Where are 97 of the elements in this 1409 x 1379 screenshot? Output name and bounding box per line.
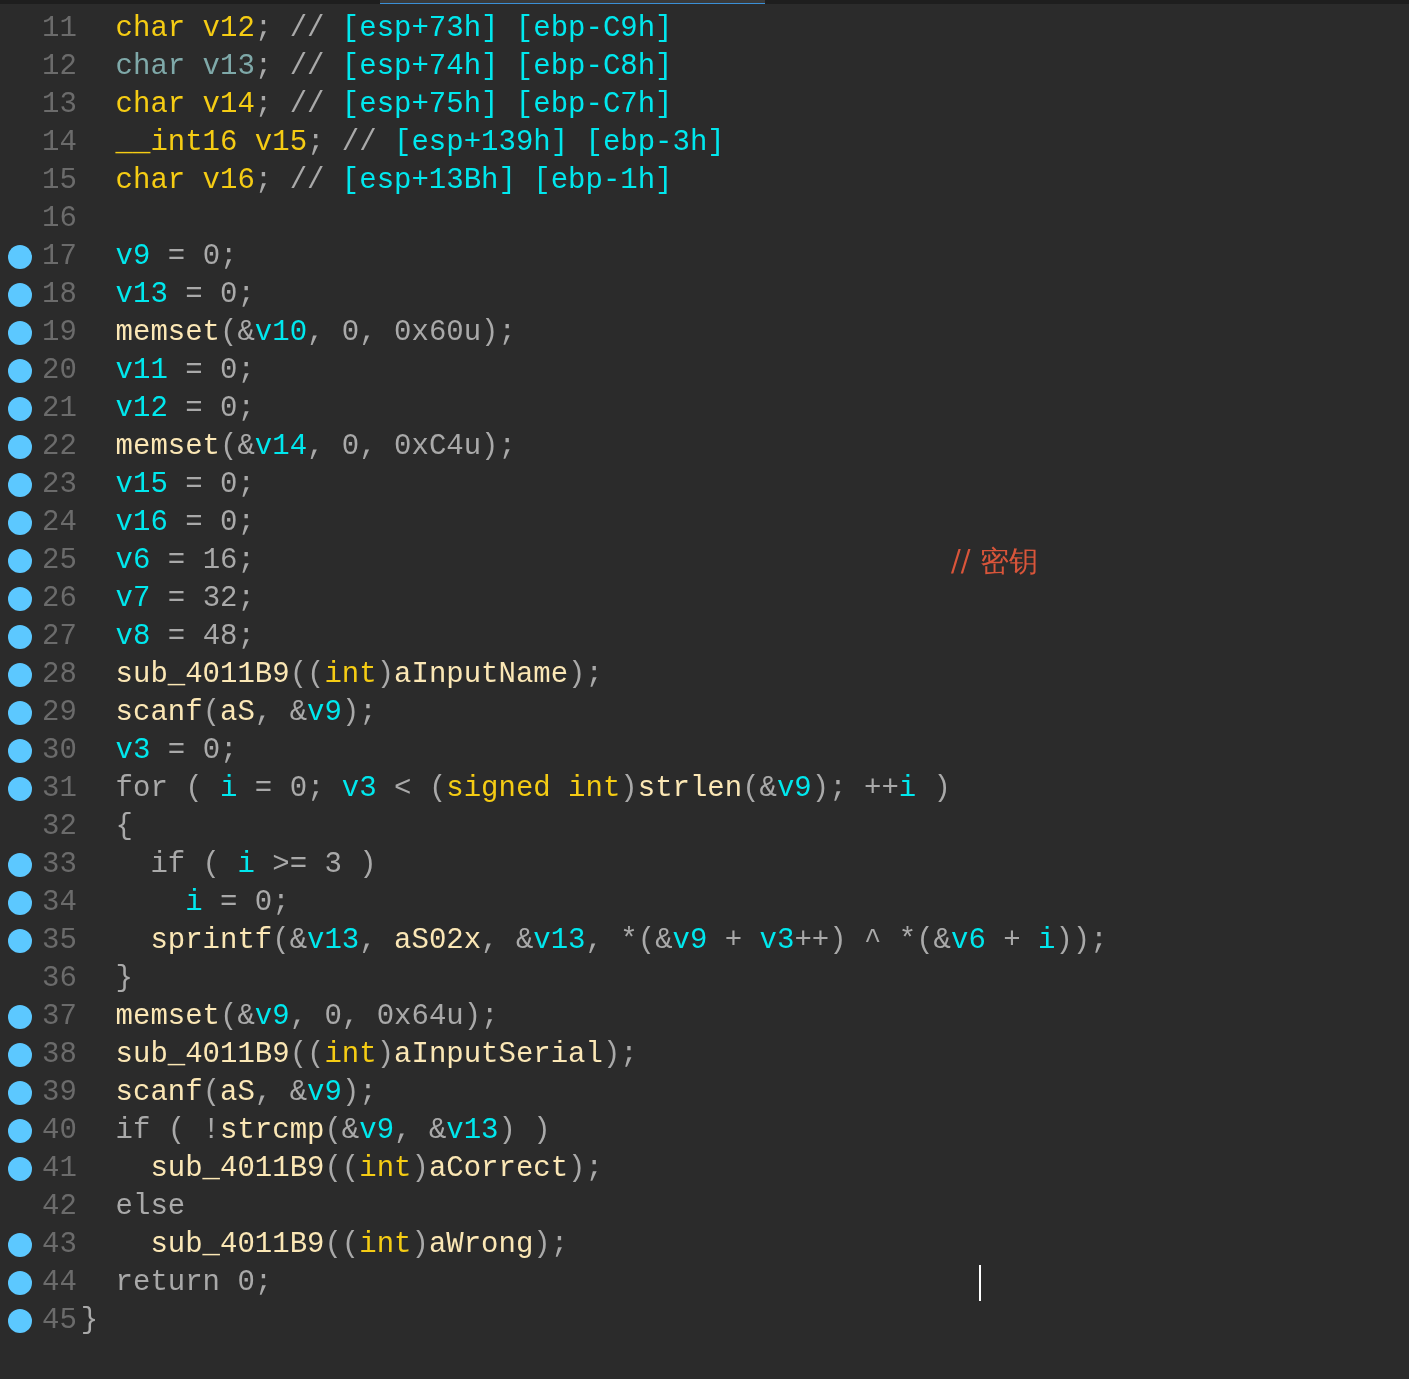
breakpoint-icon[interactable]: [8, 283, 32, 307]
line-number: 28: [42, 657, 77, 693]
line-number: 38: [42, 1037, 77, 1073]
line-number: 44: [42, 1265, 77, 1301]
code-line: return 0;: [114, 1265, 274, 1301]
line-number: 36: [42, 961, 77, 997]
line-number: 33: [42, 847, 77, 883]
breakpoint-icon[interactable]: [8, 245, 32, 269]
breakpoint-icon[interactable]: [8, 663, 32, 687]
breakpoint-icon[interactable]: [8, 473, 32, 497]
code-line: }: [114, 961, 133, 997]
code-line: sub_4011B9((int)aInputName);: [114, 657, 603, 693]
breakpoint-icon[interactable]: [8, 511, 32, 535]
breakpoint-icon[interactable]: [8, 1005, 32, 1029]
breakpoint-icon[interactable]: [8, 853, 32, 877]
breakpoint-icon[interactable]: [8, 1271, 32, 1295]
line-number: 25: [42, 543, 77, 579]
code-line: scanf(aS, &v9);: [114, 1075, 377, 1111]
line-number: 39: [42, 1075, 77, 1111]
code-line: v7 = 32;: [114, 581, 255, 617]
code-line: if ( i >= 3 ): [149, 847, 377, 883]
line-number: 13: [42, 87, 77, 123]
line-number: 14: [42, 125, 77, 161]
line-number: 11: [42, 11, 77, 47]
line-number: 17: [42, 239, 77, 275]
breakpoint-icon[interactable]: [8, 321, 32, 345]
breakpoint-icon[interactable]: [8, 359, 32, 383]
line-number: 34: [42, 885, 77, 921]
line-number: 20: [42, 353, 77, 389]
line-number: 15: [42, 163, 77, 199]
code-line: v3 = 0;: [114, 733, 238, 769]
breakpoint-icon[interactable]: [8, 1043, 32, 1067]
code-line: v6 = 16;: [114, 543, 256, 579]
line-number: 16: [42, 201, 77, 237]
line-number: 32: [42, 809, 77, 845]
line-number: 23: [42, 467, 77, 503]
breakpoint-icon[interactable]: [8, 435, 32, 459]
code-line: {: [114, 809, 133, 845]
line-number: 31: [42, 771, 77, 807]
code-line: i = 0;: [184, 885, 290, 921]
breakpoint-icon[interactable]: [8, 587, 32, 611]
code-line: memset(&v14, 0, 0xC4u);: [114, 429, 516, 465]
line-number: 41: [42, 1151, 77, 1187]
line-number: 26: [42, 581, 77, 617]
code-line: v16 = 0;: [114, 505, 255, 541]
line-number: 42: [42, 1189, 77, 1225]
breakpoint-icon[interactable]: [8, 1233, 32, 1257]
breakpoint-icon[interactable]: [8, 891, 32, 915]
line-number: 22: [42, 429, 77, 465]
code-line: v11 = 0;: [114, 353, 255, 389]
breakpoint-icon[interactable]: [8, 625, 32, 649]
breakpoint-icon[interactable]: [8, 777, 32, 801]
code-line: sub_4011B9((int)aWrong);: [149, 1227, 569, 1263]
line-number: 37: [42, 999, 77, 1035]
line-number: 18: [42, 277, 77, 313]
code-line: __int16 v15; // [esp+139h] [ebp-3h]: [114, 125, 725, 161]
breakpoint-icon[interactable]: [8, 1157, 32, 1181]
code-line: }: [80, 1303, 99, 1339]
code-line: sprintf(&v13, aS02x, &v13, *(&v9 + v3++) ^ *(&v6 + i));: [149, 923, 1108, 959]
code-line: sub_4011B9((int)aCorrect);: [149, 1151, 603, 1187]
breakpoint-icon[interactable]: [8, 739, 32, 763]
breakpoint-icon[interactable]: [8, 929, 32, 953]
code-line: v8 = 48;: [114, 619, 255, 655]
line-number: 27: [42, 619, 77, 655]
code-line: else: [114, 1189, 186, 1225]
breakpoint-icon[interactable]: [8, 701, 32, 725]
breakpoint-icon[interactable]: [8, 1081, 32, 1105]
line-number: 30: [42, 733, 77, 769]
code-line: for ( i = 0; v3 < (signed int)strlen(&v9); ++i ): [114, 771, 951, 807]
code-line: sub_4011B9((int)aInputSerial);: [114, 1037, 638, 1073]
line-number: 19: [42, 315, 77, 351]
line-number: 24: [42, 505, 77, 541]
code-line: memset(&v9, 0, 0x64u);: [114, 999, 499, 1035]
line-number: 12: [42, 49, 77, 85]
code-line: char v13; // [esp+74h] [ebp-C8h]: [114, 49, 673, 85]
breakpoint-icon[interactable]: [8, 549, 32, 573]
line-number: 45: [42, 1303, 77, 1339]
line-number: 21: [42, 391, 77, 427]
code-line: v13 = 0;: [114, 277, 255, 313]
breakpoint-icon[interactable]: [8, 1309, 32, 1333]
line-number: 40: [42, 1113, 77, 1149]
code-line: v12 = 0;: [114, 391, 255, 427]
code-line: scanf(aS, &v9);: [114, 695, 377, 731]
code-line: v15 = 0;: [114, 467, 255, 503]
breakpoint-icon[interactable]: [8, 1119, 32, 1143]
breakpoint-icon[interactable]: [8, 397, 32, 421]
code-line: if ( !strcmp(&v9, &v13) ): [114, 1113, 551, 1149]
code-line: char v12; // [esp+73h] [ebp-C9h]: [114, 11, 673, 47]
code-line: char v16; // [esp+13Bh] [ebp-1h]: [114, 163, 673, 199]
code-line: char v14; // [esp+75h] [ebp-C7h]: [114, 87, 673, 123]
line-number: 35: [42, 923, 77, 959]
tab[interactable]: [380, 0, 765, 4]
line-number: 29: [42, 695, 77, 731]
line-number: 43: [42, 1227, 77, 1263]
code-line: v9 = 0;: [114, 239, 238, 275]
code-comment: // 密钥: [950, 543, 1038, 580]
code-line: memset(&v10, 0, 0x60u);: [114, 315, 516, 351]
